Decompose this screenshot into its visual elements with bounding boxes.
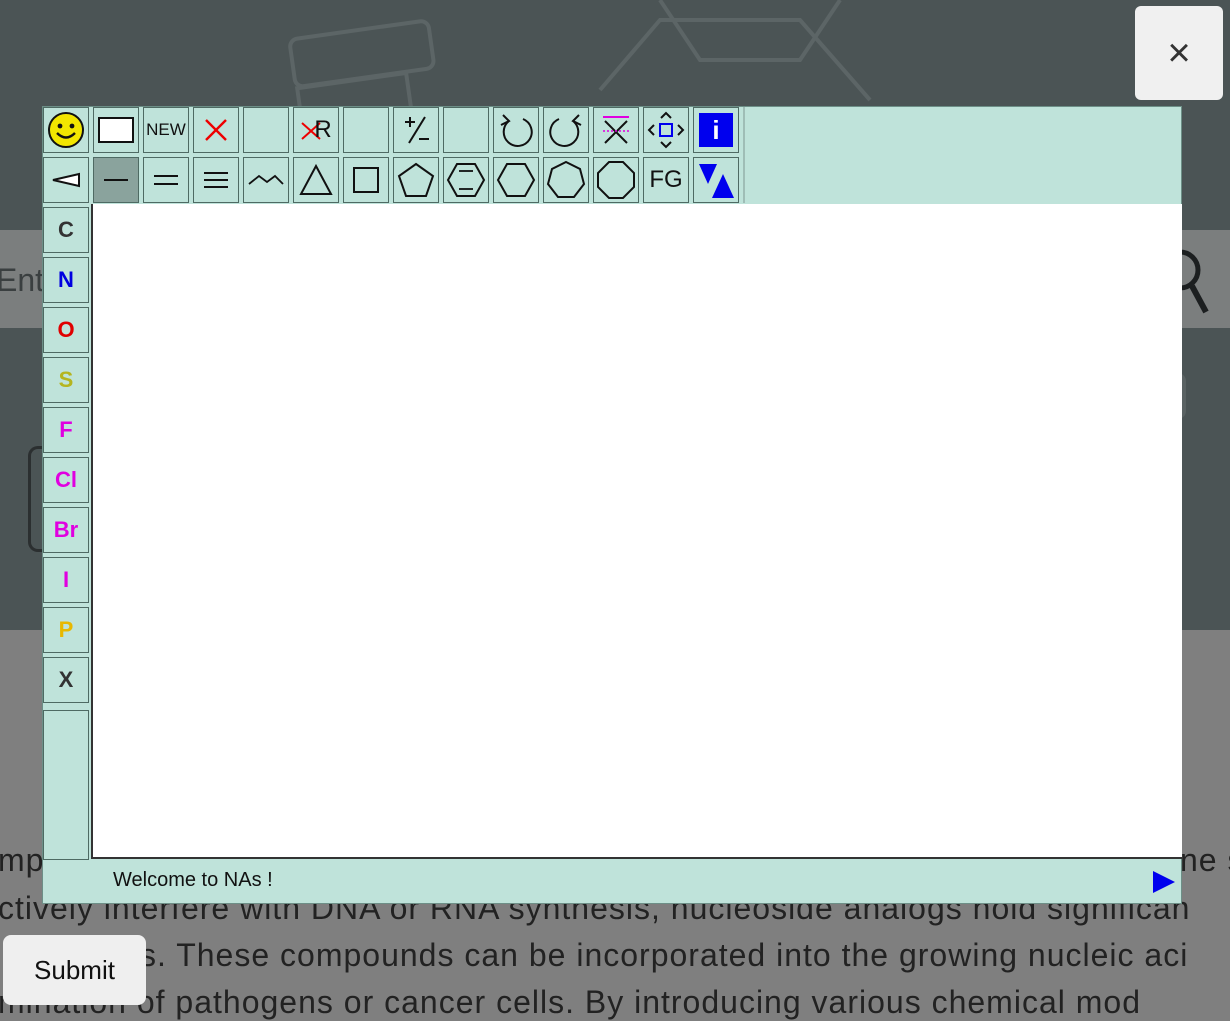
delete-r-group-icon[interactable]: R [293, 107, 339, 153]
drawing-canvas[interactable] [91, 204, 1182, 859]
status-message: Welcome to NAs ! [113, 869, 273, 891]
charge-icon[interactable] [393, 107, 439, 153]
undo-icon[interactable] [493, 107, 539, 153]
atom-button-s[interactable]: S [43, 357, 89, 403]
play-arrow-icon[interactable] [1151, 869, 1177, 895]
blank-tool-3[interactable] [443, 107, 489, 153]
atom-button-o[interactable]: O [43, 307, 89, 353]
fg-button[interactable]: FG [643, 157, 689, 203]
delete-icon[interactable] [193, 107, 239, 153]
single-bond-icon[interactable] [93, 157, 139, 203]
redo-icon[interactable] [543, 107, 589, 153]
submit-button[interactable]: Submit [3, 935, 146, 1005]
double-bond-icon[interactable] [143, 157, 189, 203]
background-text-line: mination of pathogens or cancer cells. B… [0, 984, 1141, 1020]
blank-tool-1[interactable] [243, 107, 289, 153]
square-ring-icon[interactable] [343, 157, 389, 203]
toolbar-spacer [743, 107, 1181, 203]
background-text-line: s. These compounds can be incorporated i… [140, 937, 1189, 973]
blank-tool-2[interactable] [343, 107, 389, 153]
flip-icon[interactable] [593, 107, 639, 153]
atom-button-x[interactable]: X [43, 657, 89, 703]
rectangle-select-icon[interactable] [93, 107, 139, 153]
atom-button-p[interactable]: P [43, 607, 89, 653]
new-button[interactable]: NEW [143, 107, 189, 153]
wedge-bond-icon[interactable] [43, 157, 89, 203]
smiley-icon[interactable] [43, 107, 89, 153]
atom-button-i[interactable]: I [43, 557, 89, 603]
atom-button-cl[interactable]: Cl [43, 457, 89, 503]
octagon-ring-icon[interactable] [593, 157, 639, 203]
benzene-ring-icon[interactable] [443, 157, 489, 203]
triangle-ring-icon[interactable] [293, 157, 339, 203]
hexagon-ring-icon[interactable] [493, 157, 539, 203]
atom-button-c[interactable]: C [43, 207, 89, 253]
atom-button-n[interactable]: N [43, 257, 89, 303]
background-text-line: ne s [1180, 842, 1230, 878]
pentagon-ring-icon[interactable] [393, 157, 439, 203]
heptagon-ring-icon[interactable] [543, 157, 589, 203]
close-button[interactable]: × [1135, 6, 1223, 100]
triple-bond-icon[interactable] [193, 157, 239, 203]
atom-button-f[interactable]: F [43, 407, 89, 453]
template-icon[interactable] [693, 157, 739, 203]
palette-spacer [43, 710, 89, 860]
chain-icon[interactable] [243, 157, 289, 203]
atom-button-br[interactable]: Br [43, 507, 89, 553]
move-icon[interactable] [643, 107, 689, 153]
molecule-editor: NEW R i FG C N O S F Cl Br I P X Welcome… [42, 106, 1182, 904]
info-icon[interactable]: i [693, 107, 739, 153]
